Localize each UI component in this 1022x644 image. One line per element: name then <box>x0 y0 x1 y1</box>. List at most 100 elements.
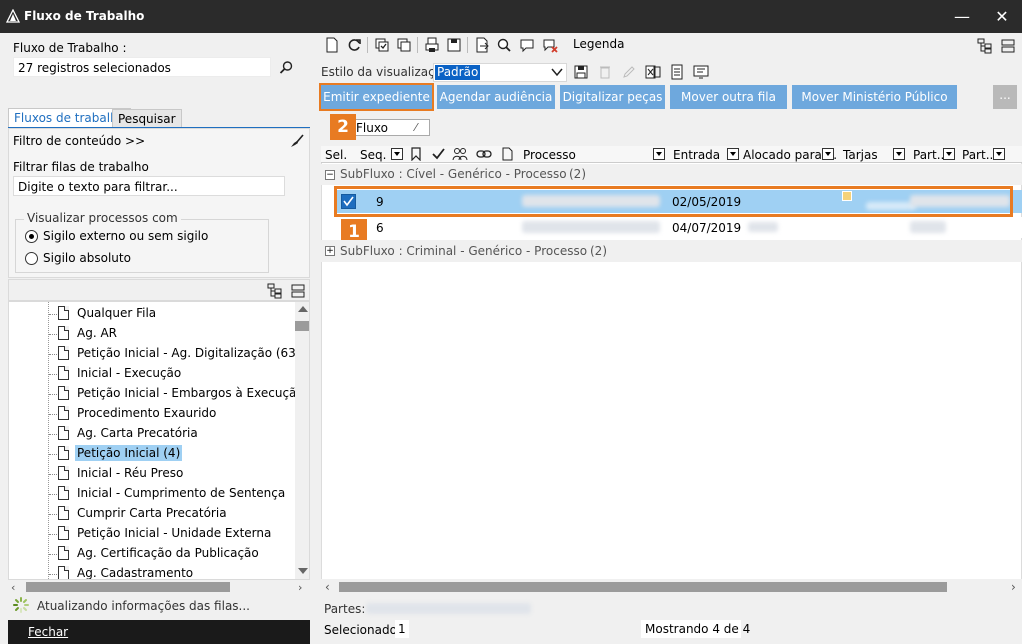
grid-hscrollbar[interactable]: ‹ › <box>321 579 1022 595</box>
col-seq-dropdown-icon[interactable] <box>391 148 403 160</box>
minimize-button[interactable]: — <box>950 6 974 28</box>
toolbar-separator <box>367 37 368 53</box>
col-processo[interactable]: Processo <box>523 148 576 162</box>
users-icon[interactable] <box>452 147 468 161</box>
scroll-up-arrow-icon[interactable] <box>298 306 308 312</box>
tree-item[interactable]: Cumprir Carta Precatória <box>9 504 289 524</box>
export-icon[interactable] <box>474 37 490 53</box>
tree-item[interactable]: Procedimento Exaurido <box>9 404 289 424</box>
tree-item[interactable]: Inicial - Réu Preso <box>9 464 289 484</box>
group-by-sort-icon[interactable]: ⁄ <box>415 121 417 134</box>
link-icon[interactable] <box>476 148 492 160</box>
filter-content-toggle[interactable]: Filtro de conteúdo >> <box>13 134 145 148</box>
col-seq[interactable]: Seq. <box>360 148 386 162</box>
group-collapse-icon[interactable]: − <box>325 170 335 180</box>
tree-item[interactable]: Ag. AR <box>9 324 289 344</box>
tree-hscroll-thumb[interactable] <box>26 582 230 592</box>
tree-item[interactable]: Inicial - Execução <box>9 364 289 384</box>
close-window-button[interactable]: ✕ <box>990 6 1014 28</box>
fechar-button[interactable]: Fechar <box>28 625 68 639</box>
excel-export-icon[interactable] <box>645 64 661 80</box>
bookmark-icon[interactable] <box>410 147 422 161</box>
view-style-label: Estilo da visualização <box>321 65 450 79</box>
search-icon[interactable] <box>279 60 294 75</box>
agendar-audiencia-button[interactable]: Agendar audiência <box>437 85 555 109</box>
tree-item[interactable]: Ag. Certificação da Publicação <box>9 544 289 564</box>
delete-comment-icon[interactable] <box>542 37 558 53</box>
layout-tree-icon[interactable] <box>977 38 993 54</box>
group-civel-label: SubFluxo : Cível - Genérico - Processo <box>340 167 567 181</box>
view-style-select[interactable]: Padrão <box>433 63 567 82</box>
tree-collapse-icon[interactable] <box>290 283 306 299</box>
tree-vscroll-thumb[interactable] <box>295 321 309 331</box>
legenda-label[interactable]: Legenda <box>573 37 624 51</box>
grid-scroll-right-icon[interactable]: › <box>1011 580 1016 594</box>
col-partes-1-dropdown-icon[interactable] <box>943 148 955 160</box>
tree-item[interactable]: Petição Inicial - Ag. Digitalização (63) <box>9 344 301 364</box>
check-all-icon[interactable] <box>374 37 390 53</box>
window-title: Fluxo de Trabalho <box>24 9 145 23</box>
save-view-icon[interactable] <box>573 64 589 80</box>
grid-scroll-left-icon[interactable]: ‹ <box>325 580 330 594</box>
scroll-right-arrow-icon[interactable]: › <box>298 581 302 594</box>
group-by-chip[interactable]: Fluxo ⁄ <box>350 119 430 136</box>
queue-document-icon <box>58 446 69 460</box>
save-document-icon[interactable] <box>446 37 462 53</box>
mover-outra-fila-button[interactable]: Mover outra fila <box>670 85 787 109</box>
mover-ministerio-publico-button[interactable]: Mover Ministério Público <box>792 85 957 109</box>
radio-sigilo-externo[interactable] <box>25 230 38 243</box>
report-icon[interactable] <box>669 64 685 80</box>
tree-item-label: Procedimento Exaurido <box>77 406 217 420</box>
layout-list-icon[interactable] <box>1000 38 1016 54</box>
scroll-left-arrow-icon[interactable]: ‹ <box>11 581 15 594</box>
tree-item[interactable]: Ag. Cadastramento <box>9 564 289 580</box>
digitalizar-pecas-button[interactable]: Digitalizar peças <box>560 85 665 109</box>
tree-item-label: Inicial - Réu Preso <box>77 466 184 480</box>
tree-item[interactable]: Inicial - Cumprimento de Sentença <box>9 484 289 504</box>
col-partes-2-dropdown-icon[interactable] <box>993 148 1005 160</box>
tree-item[interactable]: Petição Inicial - Embargos à Execução <box>9 384 304 404</box>
col-processo-dropdown-icon[interactable] <box>653 148 665 160</box>
queue-document-icon <box>58 486 69 500</box>
print-document-icon[interactable] <box>424 37 440 53</box>
refresh-icon[interactable] <box>346 37 362 53</box>
tab-pesquisar[interactable]: Pesquisar <box>112 109 182 128</box>
group-expand-icon[interactable]: + <box>325 246 335 256</box>
brush-icon[interactable] <box>289 133 305 149</box>
col-entrada[interactable]: Entrada <box>673 148 720 162</box>
copy-icon[interactable] <box>396 37 412 53</box>
zoom-document-icon[interactable] <box>496 37 512 53</box>
col-tarjas-dropdown-icon[interactable] <box>893 148 905 160</box>
tree-expand-icon[interactable] <box>267 283 283 299</box>
tree-item-label: Ag. AR <box>77 326 118 340</box>
col-partes-2[interactable]: Part... <box>962 148 997 162</box>
tree-vscrollbar[interactable] <box>295 302 309 579</box>
col-tarjas[interactable]: Tarjas <box>843 148 878 162</box>
tree-item-label: Petição Inicial (4) <box>75 445 183 461</box>
flow-value-field[interactable]: 27 registros selecionados <box>13 57 271 77</box>
table-row[interactable]: 6 04/07/2019 <box>336 217 1022 238</box>
tree-hscrollbar[interactable]: ‹ › <box>8 580 310 594</box>
attachment-doc-icon[interactable] <box>500 147 514 161</box>
loading-spinner-icon <box>13 597 29 613</box>
col-entrada-dropdown-icon[interactable] <box>727 148 739 160</box>
grid-hscroll-thumb[interactable] <box>339 582 947 592</box>
new-document-icon[interactable] <box>324 37 340 53</box>
group-by-label: Fluxo <box>356 121 388 135</box>
check-icon[interactable] <box>432 148 445 160</box>
scroll-down-arrow-icon[interactable] <box>298 568 308 574</box>
col-sel[interactable]: Sel. <box>325 148 347 162</box>
tree-item-label: Ag. Cadastramento <box>77 566 194 580</box>
filter-queues-input[interactable]: Digite o texto para filtrar... <box>13 176 285 196</box>
radio-sigilo-absoluto[interactable] <box>25 252 38 265</box>
tree-item[interactable]: Petição Inicial - Unidade Externa <box>9 524 289 544</box>
col-alocado-dropdown-icon[interactable] <box>822 148 834 160</box>
tree-item[interactable]: Qualquer Fila <box>9 304 289 324</box>
tree-connector <box>49 514 57 515</box>
screen-report-icon[interactable] <box>693 64 709 80</box>
tree-item[interactable]: Petição Inicial (4) <box>9 444 289 464</box>
tree-item[interactable]: Ag. Carta Precatória <box>9 424 289 444</box>
comment-icon[interactable] <box>519 37 535 53</box>
more-actions-button[interactable]: ... <box>993 85 1017 109</box>
group-criminal-label: SubFluxo : Criminal - Genérico - Process… <box>340 244 588 258</box>
